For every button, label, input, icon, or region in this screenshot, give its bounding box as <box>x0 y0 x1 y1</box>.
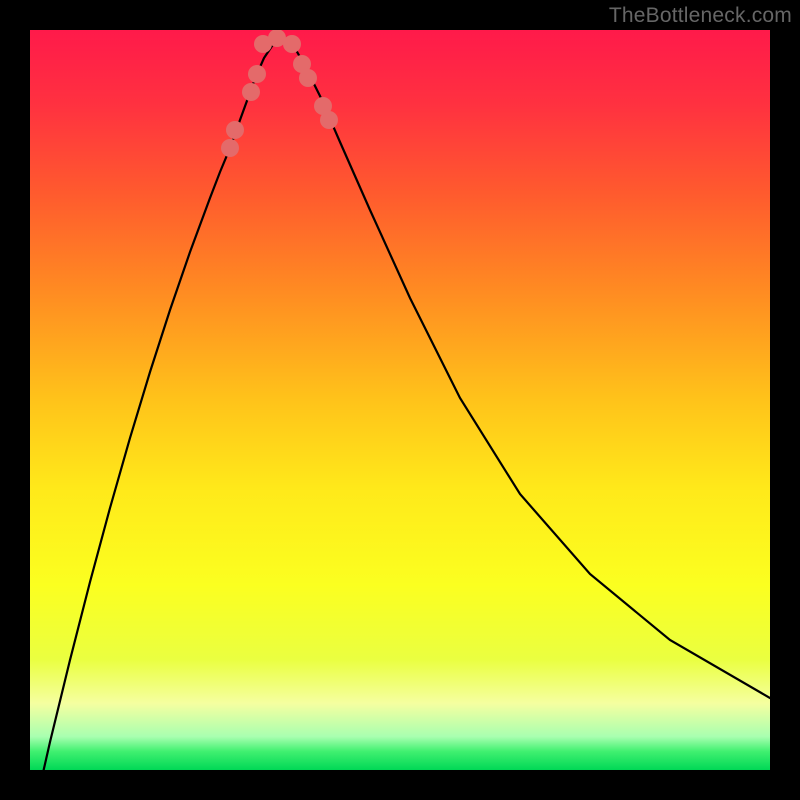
marker-dot <box>226 121 244 139</box>
marker-dot <box>299 69 317 87</box>
marker-dot <box>320 111 338 129</box>
chart-frame: TheBottleneck.com <box>0 0 800 800</box>
marker-dot <box>283 35 301 53</box>
marker-dot <box>248 65 266 83</box>
plot-area <box>30 30 770 770</box>
watermark: TheBottleneck.com <box>609 4 792 28</box>
marker-dot <box>242 83 260 101</box>
marker-dot <box>221 139 239 157</box>
chart-svg <box>30 30 770 770</box>
